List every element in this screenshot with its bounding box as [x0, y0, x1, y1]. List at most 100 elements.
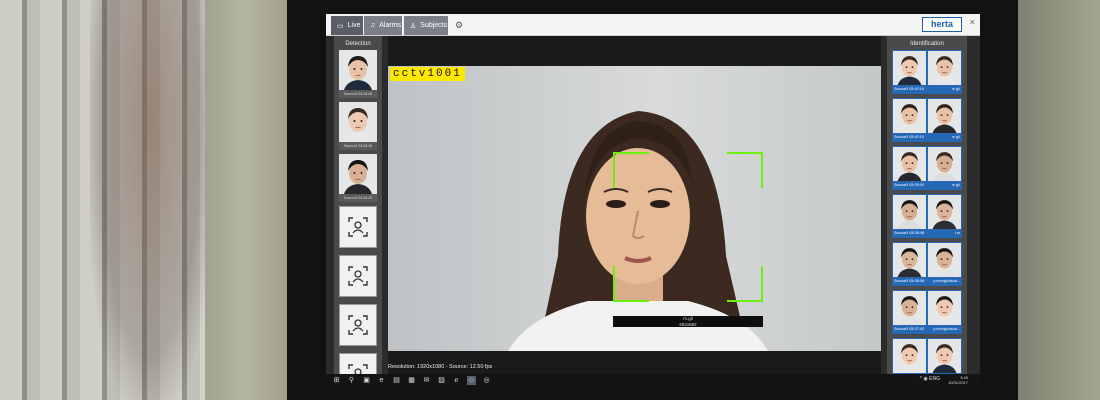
tab-label: Live [347, 22, 361, 29]
face-app-icon[interactable]: ☺ [467, 375, 476, 385]
match-name: t.m [954, 231, 960, 235]
monitor-screen: ▭ Live ♫ Alarms ♙ Subjects ⚙ herta × Det… [326, 14, 980, 386]
panel-title: Detection [345, 41, 371, 47]
identification-item[interactable]: Source3 03:37:43 p.mongkolsub... [892, 290, 962, 334]
match-name: p.mongkolsub... [933, 279, 960, 283]
bell-icon: ♫ [370, 22, 376, 29]
detection-item[interactable]: Source3 03:38:08 [339, 50, 377, 98]
match-time: Source3 03:40:10 [894, 135, 924, 139]
tab-alarms[interactable]: ♫ Alarms [364, 16, 402, 35]
face-thumbnail [928, 243, 961, 277]
store-icon[interactable]: ▦ [407, 376, 416, 385]
face-detection-box[interactable] [613, 152, 763, 302]
person-reflection [90, 0, 210, 400]
face-thumbnail [339, 50, 377, 90]
detection-panel: Detection Source3 03:38:08 Source3 03:36:… [334, 36, 382, 386]
camera-icon: ▭ [337, 22, 344, 30]
identification-item[interactable]: Source3 03:39:00 m.gil [892, 146, 962, 190]
face-match-pair [893, 195, 961, 229]
taskbar: ⊞ ⚲ ▣ e ▤ ▦ ✉ ▨ ℯ ☺ ◎ ^ ◉ ENG 3:40 10/31/2017 [326, 374, 980, 386]
identification-item[interactable]: Source3 03:40:10 m.gil [892, 98, 962, 142]
match-name: m.gil [951, 87, 960, 91]
match-time: Source3 03:37:43 [894, 327, 924, 331]
frame-corner [727, 152, 763, 188]
detection-item[interactable]: Source3 03:36:45 [339, 102, 377, 150]
identification-caption: Source3 03:37:43 p.mongkolsub... [892, 325, 962, 334]
match-time: Source3 03:38:08 [894, 279, 924, 283]
match-name: m.gil [951, 135, 960, 139]
clock-date: 10/31/2017 [947, 380, 968, 385]
face-size: 682x682 [679, 321, 697, 327]
face-match-pair [893, 243, 961, 277]
face-scan-icon [348, 217, 368, 237]
face-thumbnail [893, 291, 926, 325]
face-thumbnail [928, 339, 961, 373]
frame-corner [727, 266, 763, 302]
face-match-pair [893, 339, 961, 373]
face-match-pair [893, 51, 961, 85]
face-match-pair [893, 291, 961, 325]
face-thumbnail [928, 195, 961, 229]
identification-caption: Source3 03:38:48 t.m [892, 229, 962, 238]
face-thumbnail [893, 99, 926, 133]
system-tray[interactable]: ^ ◉ ENG [920, 376, 940, 382]
identification-caption: Source3 03:40:10 m.gil [892, 133, 962, 142]
empty-detection-slot [339, 206, 377, 248]
face-thumbnail [928, 99, 961, 133]
mail-icon[interactable]: ✉ [422, 376, 431, 385]
face-thumbnail [928, 291, 961, 325]
photos-icon[interactable]: ▨ [437, 376, 446, 385]
edge-icon[interactable]: e [377, 376, 386, 385]
identification-list: Source3 03:40:15 m.gil Source3 03:40:10 m.g… [887, 50, 967, 382]
match-name: p.mongkolsub... [933, 327, 960, 331]
empty-detection-slot [339, 304, 377, 346]
match-time: Source3 03:38:48 [894, 231, 924, 235]
panel-title: Identification [910, 41, 944, 47]
detection-caption: Source3 03:38:08 [339, 90, 377, 98]
match-time: Source3 03:40:15 [894, 87, 924, 91]
camera-label: cctv1001 [390, 67, 465, 81]
tab-label: Alarms [379, 22, 402, 29]
close-icon[interactable]: × [970, 17, 975, 27]
match-time: Source3 03:39:00 [894, 183, 924, 187]
brand-logo: herta [922, 17, 962, 32]
identification-item[interactable]: Source3 03:38:08 p.mongkolsub... [892, 242, 962, 286]
main-area: Detection Source3 03:38:08 Source3 03:36:… [326, 36, 980, 386]
face-thumbnail [928, 51, 961, 85]
search-icon[interactable]: ⚲ [347, 376, 356, 385]
identification-item[interactable]: Source3 03:38:48 t.m [892, 194, 962, 238]
detection-caption: Source3 03:36:45 [339, 142, 377, 150]
identification-caption: Source3 03:39:00 m.gil [892, 181, 962, 190]
identification-item[interactable]: Source3 03:40:15 m.gil [892, 50, 962, 94]
gear-icon[interactable]: ⚙ [452, 16, 466, 35]
live-video: cctv1001 m.gil 682x682 Resolution: 1920x… [388, 36, 881, 374]
person-icon: ♙ [410, 22, 417, 30]
face-thumbnail [928, 147, 961, 181]
taskbar-icons: ⊞ ⚲ ▣ e ▤ ▦ ✉ ▨ ℯ ☺ ◎ [326, 375, 491, 385]
windows-icon[interactable]: ⊞ [332, 376, 341, 385]
task-view-icon[interactable]: ▣ [362, 376, 371, 385]
clock[interactable]: 3:40 10/31/2017 [948, 375, 968, 385]
face-thumbnail [339, 102, 377, 142]
face-info-bar: m.gil 682x682 [613, 316, 763, 327]
identification-caption: Source3 03:38:08 p.mongkolsub... [892, 277, 962, 286]
explorer-icon[interactable]: ▤ [392, 376, 401, 385]
face-thumbnail [339, 154, 377, 194]
wall-pillar [205, 0, 287, 400]
right-wall [1018, 0, 1100, 400]
tab-live[interactable]: ▭ Live [331, 16, 363, 35]
tab-subjects[interactable]: ♙ Subjects [404, 16, 448, 35]
face-thumbnail [893, 51, 926, 85]
ie-icon[interactable]: ℯ [452, 376, 461, 385]
identification-panel: Identification Source3 03:40:15 m.gil Sour… [887, 36, 967, 382]
tab-label: Subjects [420, 22, 448, 29]
face-thumbnail [893, 243, 926, 277]
face-scan-icon [348, 315, 368, 335]
app-icon[interactable]: ◎ [482, 376, 491, 385]
identification-caption: Source3 03:40:15 m.gil [892, 85, 962, 94]
detection-caption: Source3 03:36:29 [339, 194, 377, 202]
face-thumbnail [893, 195, 926, 229]
detection-item[interactable]: Source3 03:36:29 [339, 154, 377, 202]
app-titlebar: ▭ Live ♫ Alarms ♙ Subjects ⚙ herta × [326, 14, 980, 36]
empty-detection-slot [339, 255, 377, 297]
